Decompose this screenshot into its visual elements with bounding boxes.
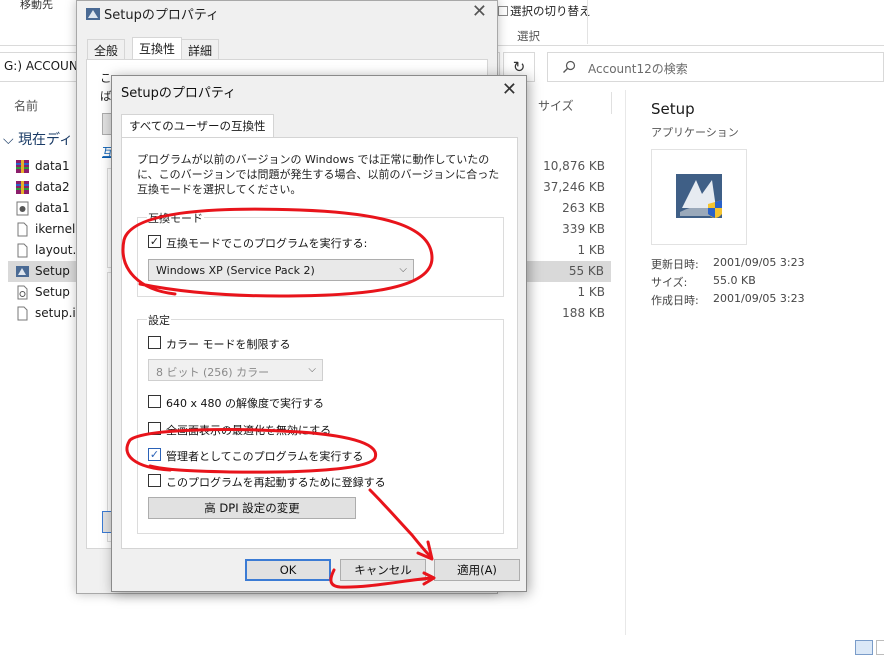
column-divider <box>611 92 612 114</box>
move-to-button[interactable]: 移動先 <box>20 0 53 12</box>
tab-general[interactable]: 全般 <box>87 39 126 59</box>
close-icon[interactable]: ✕ <box>472 1 487 22</box>
fullscreen-opt-checkbox-label: 全画面表示の最適化を無効にする <box>166 424 332 437</box>
run-as-admin-checkbox-label: 管理者としてこのプログラムを実行する <box>166 450 364 463</box>
tab-all-users-compat[interactable]: すべてのユーザーの互換性 <box>121 114 274 138</box>
large-icons-view-button[interactable] <box>876 640 884 655</box>
compat-tab-panel: プログラムが以前のバージョンの Windows では正常に動作していたのに、この… <box>121 137 518 549</box>
address-text: G:) ACCOUNT <box>4 59 86 73</box>
file-size: 1 KB <box>577 243 605 257</box>
column-header-name[interactable]: 名前 <box>14 97 38 114</box>
file-size: 1 KB <box>577 285 605 299</box>
select-toggle-button[interactable]: 選択の切り替え <box>498 3 591 19</box>
settings-file-icon <box>17 285 28 300</box>
file-size: 339 KB <box>562 222 605 236</box>
checkbox-empty-icon <box>148 336 161 349</box>
cancel-button[interactable]: キャンセル <box>340 559 426 581</box>
color-mode-checkbox-label: カラー モードを制限する <box>166 338 291 351</box>
tab-compatibility[interactable]: 互換性 <box>132 37 183 60</box>
change-dpi-button[interactable]: 高 DPI 設定の変更 <box>148 497 356 519</box>
register-restart-checkbox-label: このプログラムを再起動するために登録する <box>166 476 386 489</box>
size-label: サイズ: <box>651 276 688 289</box>
chevron-down-icon: ⌵ <box>308 364 316 375</box>
file-size: 10,876 KB <box>543 159 605 173</box>
chevron-down-icon: ⌵ <box>399 264 407 275</box>
column-header-size[interactable]: サイズ <box>538 97 574 114</box>
file-icon <box>17 222 28 237</box>
file-size: 263 KB <box>562 201 605 215</box>
select-toggle-icon <box>498 6 508 16</box>
refresh-icon: ↻ <box>512 58 526 76</box>
settings-group-label: 設定 <box>147 312 171 328</box>
back-text-fragment: ば <box>100 89 112 103</box>
back-text-fragment: こ <box>100 71 112 85</box>
created-value: 2001/09/05 3:23 <box>713 292 805 305</box>
dialog-title: Setupのプロパティ <box>121 86 237 101</box>
modified-label: 更新日時: <box>651 258 699 271</box>
file-name: data1 <box>35 159 70 173</box>
move-to-label: 移動先 <box>20 0 53 11</box>
rar-archive-icon <box>16 181 29 194</box>
close-icon[interactable]: ✕ <box>502 79 517 100</box>
checkbox-empty-icon <box>148 395 161 408</box>
resolution-checkbox-label: 640 x 480 の解像度で実行する <box>166 397 324 410</box>
file-size: 188 KB <box>562 306 605 320</box>
tab-details[interactable]: 詳細 <box>181 39 220 59</box>
color-depth-select-value: 8 ビット (256) カラー <box>156 366 270 379</box>
settings-group: 設定 カラー モードを制限する 8 ビット (256) カラー ⌵ 640 x … <box>137 312 504 534</box>
modified-value: 2001/09/05 3:23 <box>713 256 805 269</box>
setup-thumbnail <box>651 149 747 245</box>
file-name: data1 <box>35 201 70 215</box>
ribbon-divider <box>587 0 588 44</box>
file-name: data2 <box>35 180 70 194</box>
file-icon <box>17 306 28 321</box>
window-title: Setupのプロパティ <box>86 4 219 23</box>
compat-mode-checkbox-label: 互換モードでこのプログラムを実行する: <box>166 237 368 250</box>
created-label: 作成日時: <box>651 294 699 307</box>
checkbox-checked-icon: ✓ <box>148 235 161 248</box>
setup-data-icon <box>16 201 29 216</box>
nav-tree-current[interactable]: ⌵ 現在ディ <box>3 129 73 149</box>
details-view-button[interactable] <box>855 640 873 655</box>
ok-button[interactable]: OK <box>245 559 331 581</box>
checkbox-checked-icon: ✓ <box>148 448 161 461</box>
search-box[interactable]: Account12の検索 <box>547 52 884 82</box>
window-title-text: Setupのプロパティ <box>104 8 220 23</box>
details-title: Setup <box>651 100 695 118</box>
compat-description: プログラムが以前のバージョンの Windows では正常に動作していたのに、この… <box>137 153 500 196</box>
checkbox-empty-icon <box>148 422 161 435</box>
file-name: Setup <box>35 285 70 299</box>
compat-os-select[interactable]: Windows XP (Service Pack 2) ⌵ <box>148 259 414 281</box>
color-depth-select[interactable]: 8 ビット (256) カラー ⌵ <box>148 359 323 381</box>
file-size: 55 KB <box>568 264 604 278</box>
rar-archive-icon <box>16 160 29 173</box>
search-placeholder: Account12の検索 <box>588 62 688 76</box>
chevron-down-icon: ⌵ <box>3 132 19 148</box>
size-value: 55.0 KB <box>713 274 756 287</box>
setup-app-icon <box>16 266 29 277</box>
select-group-label: 選択 <box>517 29 540 43</box>
file-name: Setup <box>35 264 70 278</box>
setup-app-icon <box>86 8 100 20</box>
apply-button[interactable]: 適用(A) <box>434 559 520 581</box>
checkbox-empty-icon <box>148 474 161 487</box>
compat-mode-group: 互換モード ✓ 互換モードでこのプログラムを実行する: Windows XP (… <box>137 210 504 297</box>
file-icon <box>17 243 28 258</box>
search-icon <box>563 60 576 73</box>
file-name: ikernel. <box>35 222 80 236</box>
details-type: アプリケーション <box>651 126 739 139</box>
compat-mode-group-label: 互換モード <box>147 210 204 226</box>
setup-app-icon <box>676 174 722 218</box>
file-size: 37,246 KB <box>543 180 605 194</box>
select-toggle-label: 選択の切り替え <box>510 4 591 18</box>
nav-tree-label: 現在ディ <box>18 132 74 148</box>
details-pane-divider <box>625 90 626 635</box>
compat-os-select-value: Windows XP (Service Pack 2) <box>156 264 315 277</box>
properties-dialog: Setupのプロパティ ✕ すべてのユーザーの互換性 プログラムが以前のバージョ… <box>111 75 527 592</box>
